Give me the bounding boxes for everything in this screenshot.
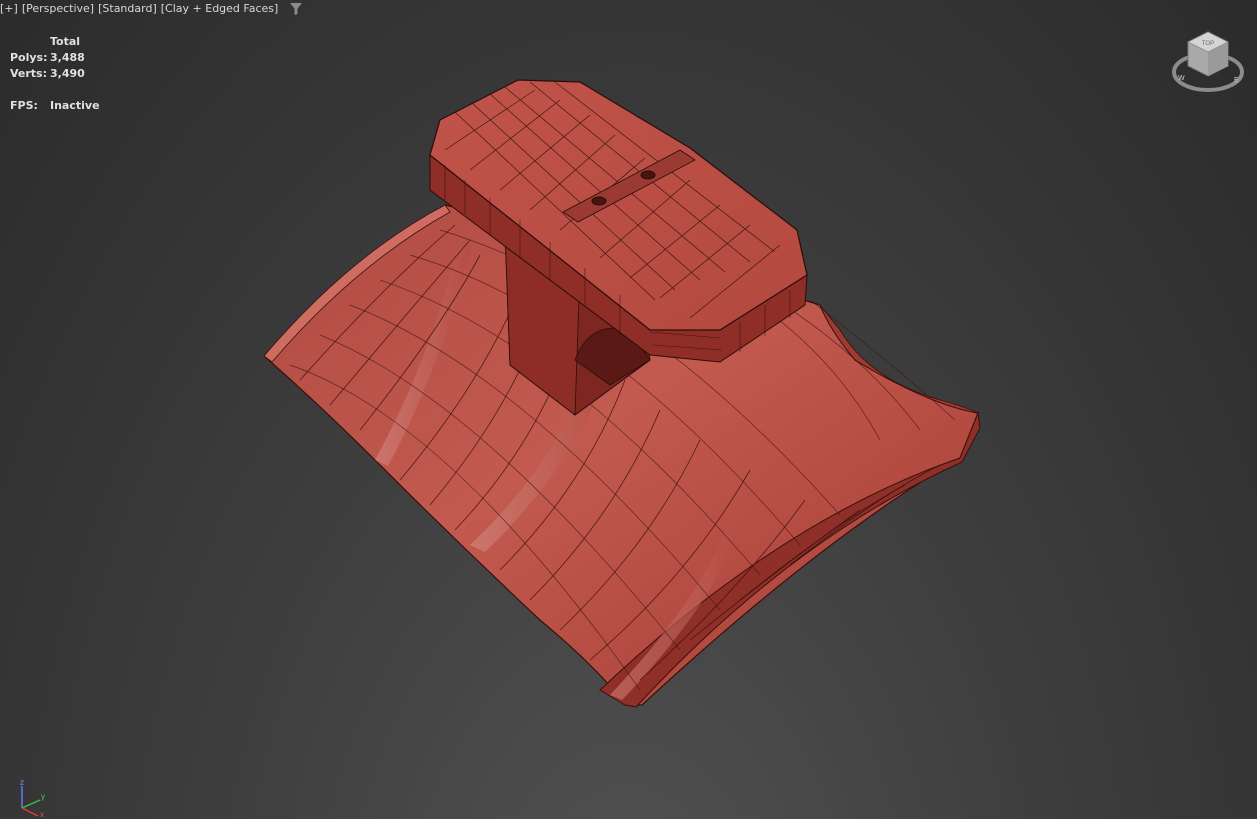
axis-tripod-icon: z y x: [20, 778, 45, 818]
compass-e-label: E: [1234, 77, 1239, 84]
viewport-canvas[interactable]: [0, 0, 1257, 819]
axis-z-label: z: [20, 778, 24, 787]
viewcube-icon[interactable]: TOP W E: [1170, 26, 1246, 94]
compass-w-label: W: [1178, 75, 1185, 82]
axis-y-label: y: [41, 792, 45, 801]
viewcube-top-label: TOP: [1202, 41, 1214, 47]
axis-x-label: x: [40, 810, 44, 818]
